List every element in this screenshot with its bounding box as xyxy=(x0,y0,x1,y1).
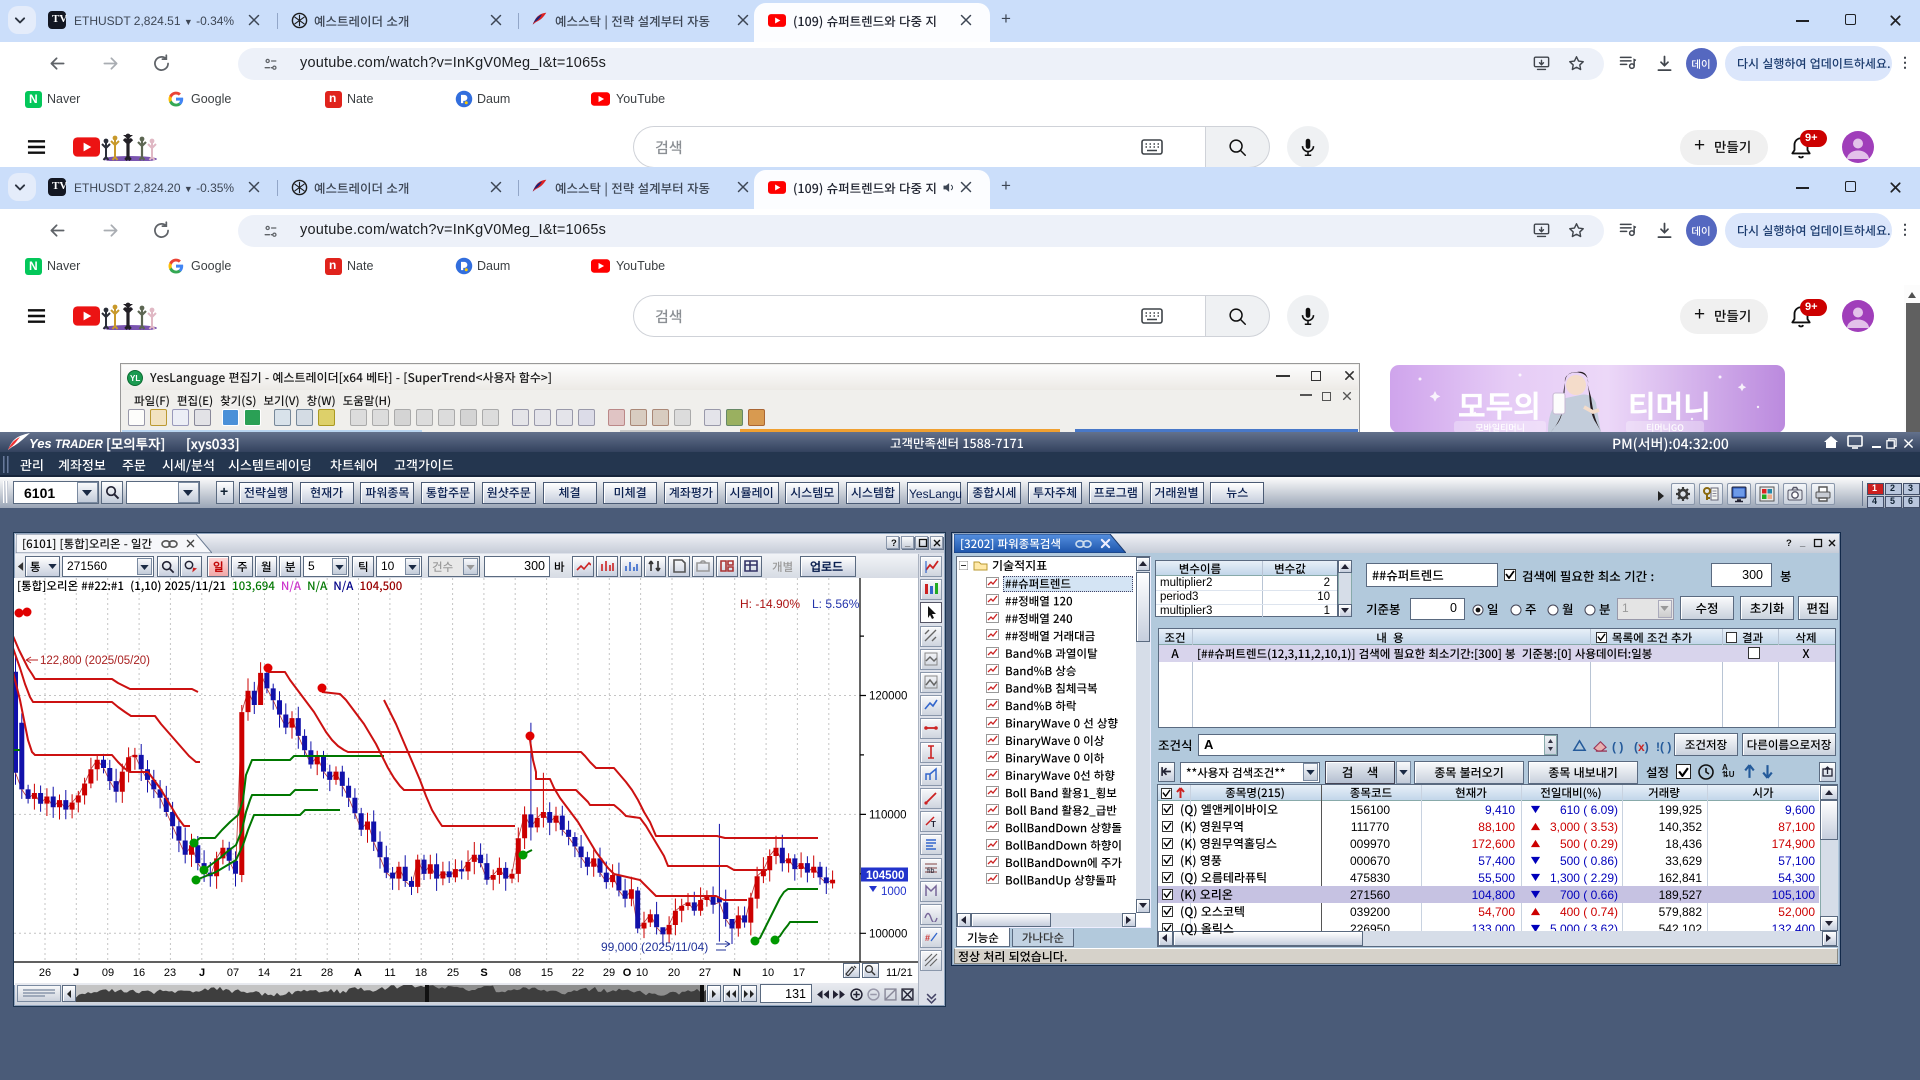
svg-text:?: ? xyxy=(891,538,897,549)
svg-text:15: 15 xyxy=(541,967,553,979)
svg-text:J: J xyxy=(199,967,205,979)
svg-text:110000: 110000 xyxy=(869,809,907,821)
svg-text:104500: 104500 xyxy=(866,870,904,882)
svg-text:A: A xyxy=(354,967,362,979)
svg-text:#: # xyxy=(925,933,930,943)
svg-text:120000: 120000 xyxy=(869,691,907,703)
svg-text:10: 10 xyxy=(762,967,774,979)
svg-text:29: 29 xyxy=(603,967,615,979)
svg-text:14: 14 xyxy=(258,967,270,979)
svg-text:22: 22 xyxy=(572,967,584,979)
svg-text:N: N xyxy=(733,967,741,979)
svg-text:J: J xyxy=(73,967,79,979)
svg-text:25: 25 xyxy=(447,967,459,979)
svg-text:21: 21 xyxy=(290,967,302,979)
svg-text:26: 26 xyxy=(39,967,51,979)
svg-text:fib: fib xyxy=(927,868,935,875)
svg-text:20: 20 xyxy=(668,967,680,979)
svg-text:11: 11 xyxy=(384,967,395,979)
svg-text:27: 27 xyxy=(699,967,711,979)
svg-text:99,000 (2025/11/04): 99,000 (2025/11/04) xyxy=(601,940,708,954)
svg-text:08: 08 xyxy=(509,967,521,979)
svg-text:11/21: 11/21 xyxy=(886,967,913,979)
svg-text:10: 10 xyxy=(636,967,648,979)
svg-text:28: 28 xyxy=(321,967,333,979)
svg-text:122,800 (2025/05/20): 122,800 (2025/05/20) xyxy=(40,655,150,667)
svg-text:S: S xyxy=(480,967,487,979)
svg-text:L: 5.56%: L: 5.56% xyxy=(812,597,860,611)
svg-text:23: 23 xyxy=(164,967,176,979)
svg-text:1000: 1000 xyxy=(881,886,907,898)
svg-text:T: T xyxy=(931,820,936,829)
svg-text:O: O xyxy=(623,967,632,979)
svg-text:09: 09 xyxy=(102,967,114,979)
svg-text:H: -14.90%: H: -14.90% xyxy=(740,597,800,611)
svg-text:17: 17 xyxy=(793,967,805,979)
svg-text:16: 16 xyxy=(133,967,145,979)
svg-text:18: 18 xyxy=(415,967,427,979)
svg-text:100000: 100000 xyxy=(869,928,907,940)
svg-text:?: ? xyxy=(1786,538,1792,549)
svg-text:_: _ xyxy=(904,538,911,549)
svg-text:_: _ xyxy=(1799,538,1806,549)
svg-text:07: 07 xyxy=(227,967,239,979)
